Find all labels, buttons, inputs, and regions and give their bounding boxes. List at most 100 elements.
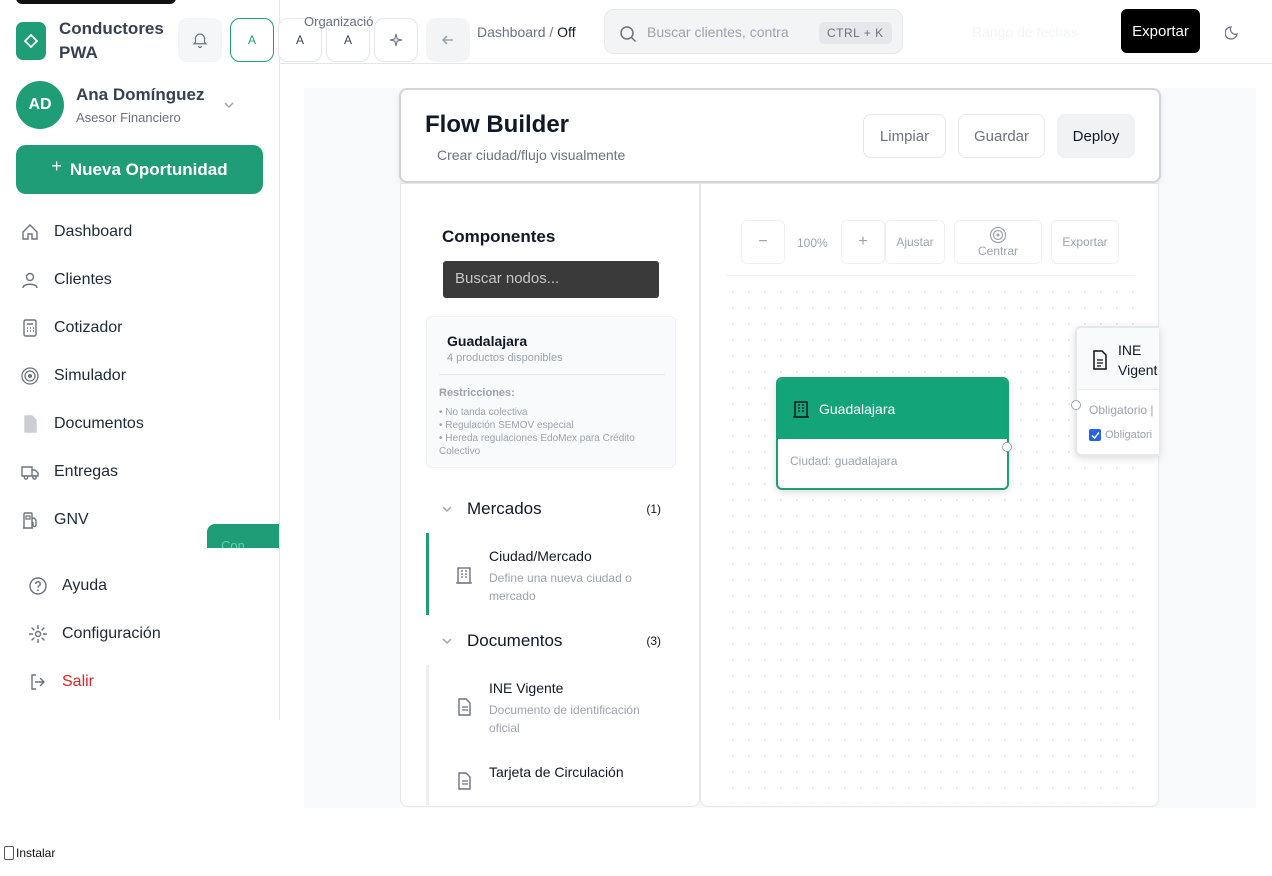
center-button[interactable]: Centrar bbox=[954, 220, 1042, 264]
search-shortcut: CTRL + K bbox=[819, 22, 892, 44]
component-ine-vigente[interactable]: INE Vigente Documento de identificación … bbox=[426, 665, 676, 805]
sidebar-item-documentos[interactable]: Documentos bbox=[16, 404, 266, 444]
sidebar-item-label: Salir bbox=[62, 673, 95, 690]
arrow-left-icon bbox=[441, 35, 453, 45]
city-node-title: Guadalajara bbox=[819, 401, 896, 417]
restrictions-title: Restricciones: bbox=[439, 387, 515, 399]
sidebar-item-configuración[interactable]: Configuración bbox=[24, 614, 274, 654]
section-label: Mercados bbox=[467, 499, 542, 518]
chevron-down-icon[interactable] bbox=[222, 98, 236, 112]
fit-button[interactable]: Ajustar bbox=[885, 220, 945, 264]
building-icon bbox=[793, 401, 809, 418]
document-icon bbox=[458, 772, 471, 790]
sidebar-item-label: Simulador bbox=[54, 367, 127, 384]
sidebar-item-label: Entregas bbox=[54, 463, 119, 480]
bell-icon bbox=[192, 33, 208, 49]
canvas-grid bbox=[725, 284, 1135, 804]
restriction-item: • Regulación SEMOV especial bbox=[439, 420, 574, 431]
component-tarjeta-circulacion[interactable]: Tarjeta de Circulación bbox=[426, 749, 676, 806]
green-tab-label: Con bbox=[221, 538, 245, 548]
canvas-export-button[interactable]: Exportar bbox=[1051, 220, 1119, 264]
sidebar-item-cotizador[interactable]: Cotizador bbox=[16, 308, 266, 348]
sidebar-item-clientes[interactable]: Clientes bbox=[16, 260, 266, 300]
page-subtitle: Crear ciudad/flujo visualmente bbox=[437, 147, 626, 163]
sidebar-item-label: Clientes bbox=[54, 271, 112, 288]
user-icon bbox=[22, 272, 38, 289]
install-label: Instalar bbox=[16, 846, 56, 860]
ine-node[interactable]: INE Vigent Obligatorio | Obligatori bbox=[1075, 326, 1159, 456]
city-product-count: 4 productos disponibles bbox=[447, 352, 563, 364]
document-icon bbox=[24, 415, 37, 433]
export-button[interactable]: Exportar bbox=[1121, 9, 1200, 53]
input-handle[interactable] bbox=[1071, 400, 1081, 410]
canvas-panel[interactable]: − 100% + Ajustar Centrar Exportar bbox=[700, 183, 1159, 807]
sidebar-item-label: Cotizador bbox=[54, 319, 123, 336]
user-role: Asesor Financiero bbox=[76, 110, 181, 125]
deploy-button[interactable]: Deploy bbox=[1057, 114, 1135, 158]
new-opportunity-label: Nueva Oportunidad bbox=[69, 159, 228, 179]
chevron-down-icon bbox=[442, 638, 452, 644]
chevron-down-icon bbox=[442, 506, 452, 512]
breadcrumb-parent[interactable]: Dashboard / bbox=[477, 24, 553, 40]
sidebar-item-label: GNV bbox=[54, 511, 89, 528]
zoom-in-button[interactable]: + bbox=[841, 220, 885, 264]
install-checkbox[interactable] bbox=[4, 846, 14, 860]
top-pill bbox=[16, 0, 176, 4]
restriction-item: • Hereda regulaciones EdoMex para Crédit… bbox=[439, 433, 635, 457]
moon-icon[interactable] bbox=[1225, 24, 1241, 40]
breadcrumb: Dashboard / Off bbox=[477, 24, 576, 40]
checkbox-checked-icon bbox=[1089, 429, 1101, 441]
component-ciudad-mercado[interactable]: Ciudad/Mercado Define una nueva ciudad o… bbox=[426, 533, 676, 615]
document-icon bbox=[1093, 350, 1107, 370]
target-icon bbox=[21, 367, 39, 385]
breadcrumb-current: Off bbox=[557, 24, 576, 40]
components-title: Componentes bbox=[442, 227, 556, 246]
save-button[interactable]: Guardar bbox=[958, 114, 1045, 158]
sparkle-button[interactable] bbox=[374, 18, 418, 62]
font-size-small-button[interactable]: A bbox=[230, 18, 274, 62]
clear-button[interactable]: Limpiar bbox=[863, 114, 946, 158]
install-option[interactable]: Instalar bbox=[4, 846, 55, 860]
sidebar: Conductores PWA A AD Ana Domínguez Aseso… bbox=[0, 0, 280, 720]
ine-node-check-label: Obligatori bbox=[1105, 429, 1153, 441]
sidebar-item-simulador[interactable]: Simulador bbox=[16, 356, 266, 396]
ine-node-checkbox[interactable]: Obligatori bbox=[1089, 429, 1152, 441]
flow-builder-header: Flow Builder Crear ciudad/flujo visualme… bbox=[399, 88, 1161, 183]
sidebar-item-ayuda[interactable]: Ayuda bbox=[24, 566, 274, 606]
sidebar-item-salir[interactable]: Salir bbox=[24, 662, 274, 702]
sidebar-item-label: Configuración bbox=[62, 625, 161, 642]
back-button[interactable] bbox=[426, 18, 470, 62]
section-count: (1) bbox=[646, 502, 661, 516]
center-label: Centrar bbox=[977, 244, 1018, 258]
sparkle-icon bbox=[389, 33, 403, 47]
node-search-input[interactable]: Buscar nodos... bbox=[443, 261, 659, 298]
home-icon bbox=[22, 224, 38, 240]
diamond-icon bbox=[24, 34, 38, 48]
city-node[interactable]: Guadalajara Ciudad: guadalajara bbox=[776, 377, 1009, 490]
components-panel: Componentes Buscar nodos... Guadalajara … bbox=[400, 183, 700, 807]
section-documentos[interactable]: Documentos (3) bbox=[441, 630, 661, 652]
sidebar-item-entregas[interactable]: Entregas bbox=[16, 452, 266, 492]
component-desc: Documento de identificación oficial bbox=[489, 703, 640, 735]
restrictions-list: • No tanda colectiva • Regulación SEMOV … bbox=[439, 406, 665, 458]
avatar: AD bbox=[16, 81, 64, 129]
sidebar-item-dashboard[interactable]: Dashboard bbox=[16, 212, 266, 252]
app-logo bbox=[16, 22, 46, 60]
new-opportunity-button[interactable]: + Nueva Oportunidad bbox=[16, 145, 263, 194]
ine-node-title: INE Vigent bbox=[1118, 342, 1158, 378]
notifications-button[interactable] bbox=[178, 18, 222, 62]
help-icon bbox=[29, 577, 47, 595]
brand-name: Conductores PWA bbox=[59, 19, 164, 62]
zoom-out-button[interactable]: − bbox=[741, 220, 785, 264]
component-desc: Define una nueva ciudad o mercado bbox=[489, 571, 632, 603]
fuel-icon bbox=[23, 512, 37, 529]
ine-node-header: INE Vigent bbox=[1077, 328, 1159, 390]
green-tab[interactable]: Con bbox=[207, 524, 279, 548]
divider bbox=[439, 374, 665, 375]
sidebar-item-label: Documentos bbox=[54, 415, 144, 432]
search-input[interactable]: Buscar clientes, contra CTRL + K bbox=[604, 9, 903, 54]
output-handle[interactable] bbox=[1002, 442, 1012, 452]
date-range-picker[interactable]: Rango de fechas bbox=[972, 24, 1078, 40]
city-info-card: Guadalajara 4 productos disponibles Rest… bbox=[426, 316, 676, 468]
section-mercados[interactable]: Mercados (1) bbox=[441, 498, 661, 520]
